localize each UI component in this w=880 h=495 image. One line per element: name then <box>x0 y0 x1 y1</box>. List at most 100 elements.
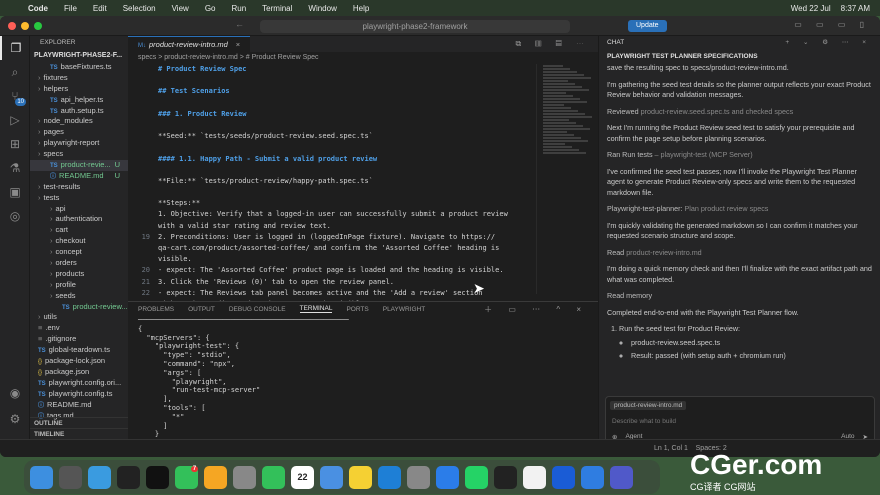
tree-item[interactable]: › profile <box>30 280 128 291</box>
mail-icon[interactable] <box>320 465 343 489</box>
tree-item[interactable]: › api <box>30 204 128 215</box>
close-tab-icon[interactable]: × <box>236 40 240 49</box>
keynote-icon[interactable] <box>581 465 604 489</box>
tree-item[interactable]: › specs <box>30 149 128 160</box>
layout-icons[interactable]: ▭ ▭ ▭ ▯ <box>794 20 870 29</box>
launchpad-icon[interactable] <box>59 465 82 489</box>
tree-item[interactable]: › node_modules <box>30 116 128 127</box>
chrome-icon[interactable] <box>523 465 546 489</box>
workspace-root[interactable]: PLAYWRIGHT-PHASE2-F... <box>30 50 128 62</box>
preview-icon[interactable] <box>407 465 430 489</box>
chat-icon[interactable]: ◎ <box>0 204 30 228</box>
source-control-icon[interactable]: ⑂ 10 <box>0 84 30 108</box>
menubar-app-name[interactable]: Code <box>28 4 48 13</box>
account-icon[interactable]: ◉ <box>0 381 30 405</box>
tree-item[interactable]: › helpers <box>30 84 128 95</box>
xppen-icon[interactable] <box>146 465 169 489</box>
tree-item[interactable]: ≡ .env <box>30 323 128 334</box>
tab-problems[interactable]: PROBLEMS <box>138 306 174 313</box>
facetime-icon[interactable] <box>262 465 285 489</box>
testing-icon[interactable]: ⚗ <box>0 156 30 180</box>
code-editor[interactable]: # Product Review Spec ## Test Scenarios ##… <box>128 64 528 333</box>
search-icon[interactable]: ⌕ <box>0 60 30 84</box>
calendar-icon[interactable]: 22 <box>291 465 314 489</box>
appstore-icon[interactable] <box>436 465 459 489</box>
tree-item[interactable]: › playwright-report <box>30 138 128 149</box>
menu-terminal[interactable]: Terminal <box>262 4 292 13</box>
menu-edit[interactable]: Edit <box>93 4 107 13</box>
panel-actions[interactable]: ＋ ▭ ⋯ ^ × <box>484 304 598 315</box>
menu-help[interactable]: Help <box>353 4 369 13</box>
tree-item[interactable]: › pages <box>30 127 128 138</box>
close-window-button[interactable] <box>8 21 16 30</box>
tree-item[interactable]: › authentication <box>30 214 128 225</box>
tree-item[interactable]: › fixtures <box>30 73 128 84</box>
menu-go[interactable]: Go <box>205 4 216 13</box>
tree-item[interactable]: › utils <box>30 312 128 323</box>
clock-time[interactable]: 8:37 AM <box>841 4 870 13</box>
tab-debug-console[interactable]: DEBUG CONSOLE <box>229 306 286 313</box>
tree-item[interactable]: › seeds <box>30 291 128 302</box>
bitwarden-icon[interactable] <box>552 465 575 489</box>
finder-icon[interactable] <box>30 465 53 489</box>
tree-item[interactable]: TS playwright.config.ts <box>30 389 128 400</box>
settings-icon[interactable] <box>233 465 256 489</box>
run-debug-icon[interactable]: ▷ <box>0 108 30 132</box>
editor-actions[interactable]: ⧉ ▥ ▤ ⋯ <box>515 39 598 49</box>
tree-item[interactable]: › checkout <box>30 236 128 247</box>
tree-item[interactable]: › orders <box>30 258 128 269</box>
tree-item[interactable]: TSproduct-review...U <box>30 302 128 313</box>
minimize-window-button[interactable] <box>21 21 29 30</box>
clock-date[interactable]: Wed 22 Jul <box>791 4 831 13</box>
explorer-icon[interactable]: ❐ <box>0 36 30 60</box>
menu-file[interactable]: File <box>64 4 77 13</box>
tab-product-review-intro[interactable]: M↓ product-review-intro.md × <box>128 36 251 52</box>
menu-view[interactable]: View <box>172 4 189 13</box>
tree-item[interactable]: {} package-lock.json <box>30 356 128 367</box>
breadcrumb[interactable]: specs > product-review-intro.md > # Prod… <box>128 52 598 63</box>
vscode-icon[interactable] <box>378 465 401 489</box>
tree-item[interactable]: › test-results <box>30 182 128 193</box>
tab-output[interactable]: OUTPUT <box>188 306 215 313</box>
maximize-window-button[interactable] <box>34 21 42 30</box>
tree-item[interactable]: › tests <box>30 193 128 204</box>
menu-window[interactable]: Window <box>308 4 336 13</box>
notes-icon[interactable] <box>349 465 372 489</box>
tree-item[interactable]: ⓘ README.md U <box>30 171 128 182</box>
tree-item[interactable]: ≡ .gitignore <box>30 334 128 345</box>
messages-icon[interactable]: 7 <box>175 465 199 489</box>
tree-item[interactable]: TS baseFixtures.ts <box>30 62 128 73</box>
tree-item[interactable]: › products <box>30 269 128 280</box>
tree-item[interactable]: TS product-revie... U <box>30 160 128 171</box>
tree-item[interactable]: TS auth.setup.ts <box>30 106 128 117</box>
tree-item[interactable]: {} package.json <box>30 367 128 378</box>
teams-icon[interactable] <box>610 465 633 489</box>
terminal-output[interactable]: ────────────────────────────────────────… <box>128 316 598 457</box>
command-center-search[interactable]: playwright-phase2-framework <box>260 20 570 33</box>
remote-explorer-icon[interactable]: ▣ <box>0 180 30 204</box>
timeline-section[interactable]: TIMELINE <box>30 428 128 439</box>
minimap[interactable] <box>536 64 598 294</box>
whatsapp-icon[interactable] <box>465 465 488 489</box>
chat-actions[interactable]: + ⌄ ⚙ ⋯ × <box>785 36 880 50</box>
tree-item[interactable]: › concept <box>30 247 128 258</box>
tree-item[interactable]: › cart <box>30 225 128 236</box>
update-button[interactable]: Update <box>628 20 667 32</box>
menu-run[interactable]: Run <box>231 4 246 13</box>
cursor-position[interactable]: Ln 1, Col 1 <box>654 445 688 452</box>
outline-section[interactable]: OUTLINE <box>30 417 128 428</box>
tab-ports[interactable]: PORTS <box>346 306 368 313</box>
tree-item[interactable]: ⓘ README.md <box>30 400 128 411</box>
gear-icon[interactable]: ⚙ <box>0 407 30 431</box>
terminal-icon[interactable] <box>494 465 517 489</box>
tree-item[interactable]: TS playwright.config.ori... <box>30 378 128 389</box>
tree-item[interactable]: TS api_helper.ts <box>30 95 128 106</box>
attached-file-chip[interactable]: product-review-intro.md <box>610 401 687 410</box>
tab-playwright[interactable]: PLAYWRIGHT <box>383 306 426 313</box>
safari-icon[interactable] <box>88 465 111 489</box>
tab-terminal[interactable]: TERMINAL <box>299 305 333 313</box>
tv-icon[interactable] <box>117 465 140 489</box>
photos-icon[interactable] <box>204 465 227 489</box>
tree-item[interactable]: TS global-teardown.ts <box>30 345 128 356</box>
menu-selection[interactable]: Selection <box>123 4 156 13</box>
